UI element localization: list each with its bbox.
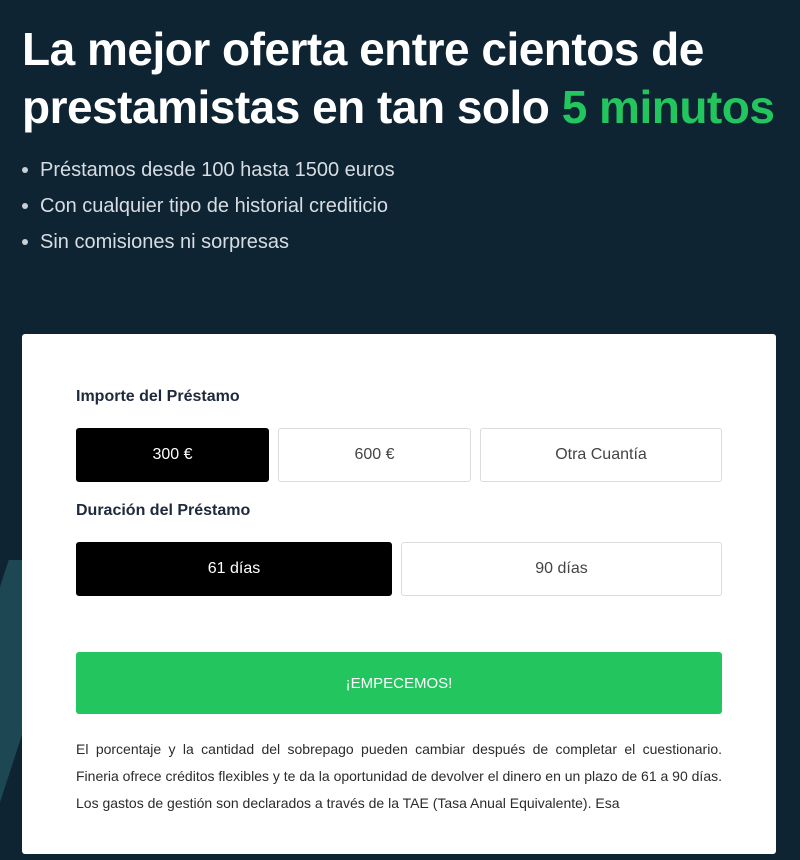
feature-list: Préstamos desde 100 hasta 1500 euros Con… [22, 152, 782, 260]
hero-section: La mejor oferta entre cientos de prestam… [22, 20, 782, 260]
duration-label: Duración del Préstamo [76, 502, 251, 519]
duration-option-90[interactable]: 90 días [401, 542, 722, 596]
amount-option-300[interactable]: 300 € [76, 428, 269, 482]
page-title: La mejor oferta entre cientos de prestam… [22, 20, 782, 136]
start-button[interactable]: ¡EMPECEMOS! [76, 652, 722, 714]
loan-form-card: Importe del Préstamo 300 € 600 € Otra Cu… [22, 334, 776, 854]
feature-item: Sin comisiones ni sorpresas [22, 224, 782, 260]
amount-option-other[interactable]: Otra Cuantía [480, 428, 722, 482]
duration-option-61[interactable]: 61 días [76, 542, 392, 596]
amount-option-600[interactable]: 600 € [278, 428, 471, 482]
disclaimer-text: El porcentaje y la cantidad del sobrepag… [76, 741, 722, 811]
feature-item: Con cualquier tipo de historial creditic… [22, 188, 782, 224]
headline-accent: 5 minutos [561, 81, 775, 133]
feature-item: Préstamos desde 100 hasta 1500 euros [22, 152, 782, 188]
amount-label: Importe del Préstamo [76, 388, 240, 405]
